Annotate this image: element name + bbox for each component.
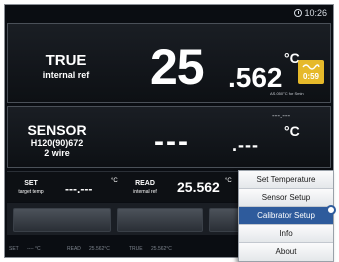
menu-item-info[interactable]: Info [239, 225, 333, 243]
soft-button-3[interactable] [209, 208, 241, 232]
menu-item-set-temperature[interactable]: Set Temperature [239, 171, 333, 189]
read-unit: °C [225, 178, 232, 184]
true-value-frac: .562 [228, 62, 283, 93]
menu-item-sensor-setup[interactable]: Sensor Setup [239, 189, 333, 207]
set-sub: target temp [18, 189, 44, 195]
clock: 10:26 [294, 8, 327, 18]
status-set-value: ---- °C [27, 246, 41, 252]
stability-timer: 0:59 [302, 72, 319, 81]
sensor-wire: 2 wire [44, 148, 70, 158]
top-bar: 10:26 [5, 5, 333, 23]
read-label-text: READ [135, 180, 155, 187]
read-value: 25.562 [177, 179, 220, 195]
status-set: SET [9, 246, 19, 252]
soft-button-1[interactable] [13, 208, 111, 232]
stability-badge: 0:59 [298, 60, 324, 84]
sensor-value-int: --- [154, 125, 190, 158]
true-panel[interactable]: TRUE internal ref 25 .562 °C 0:59 AS.050… [7, 23, 331, 103]
stability-note: AS.050°C for Smin [270, 91, 304, 96]
soft-button-2[interactable] [117, 208, 203, 232]
set-label-text: SET [24, 180, 38, 187]
status-read-value: 25.562°C [89, 246, 110, 252]
set-label: SET target temp [13, 180, 49, 196]
stability-wave-icon [302, 64, 320, 70]
menu-item-about[interactable]: About [239, 243, 333, 261]
touch-indicator-icon [326, 205, 336, 215]
status-true-value: 25.562°C [151, 246, 172, 252]
status-read: READ [67, 246, 81, 252]
set-unit: °C [111, 178, 118, 184]
sensor-title: SENSOR [27, 122, 87, 138]
set-value: ---.--- [65, 182, 93, 196]
sensor-model: H120(90)672 [30, 138, 84, 148]
status-true: TRUE [129, 246, 143, 252]
sensor-info: H120(90)672 2 wire [12, 138, 102, 158]
true-subtitle: internal ref [42, 70, 90, 80]
sensor-panel[interactable]: SENSOR H120(90)672 2 wire ---.--- --- .-… [7, 106, 331, 168]
context-menu: Set Temperature Sensor Setup Calibrator … [238, 170, 334, 262]
menu-item-calibrator-setup[interactable]: Calibrator Setup [239, 207, 333, 225]
read-label: READ internal ref [125, 180, 165, 196]
sensor-small-reading: ---.--- [272, 111, 291, 120]
true-title: TRUE [45, 52, 87, 69]
sensor-unit: °C [284, 123, 300, 139]
true-value-int: 25 [150, 39, 205, 95]
clock-icon [294, 9, 303, 17]
clock-time: 10:26 [304, 8, 327, 18]
sensor-value-frac: .--- [232, 135, 259, 155]
read-sub: internal ref [133, 189, 157, 195]
